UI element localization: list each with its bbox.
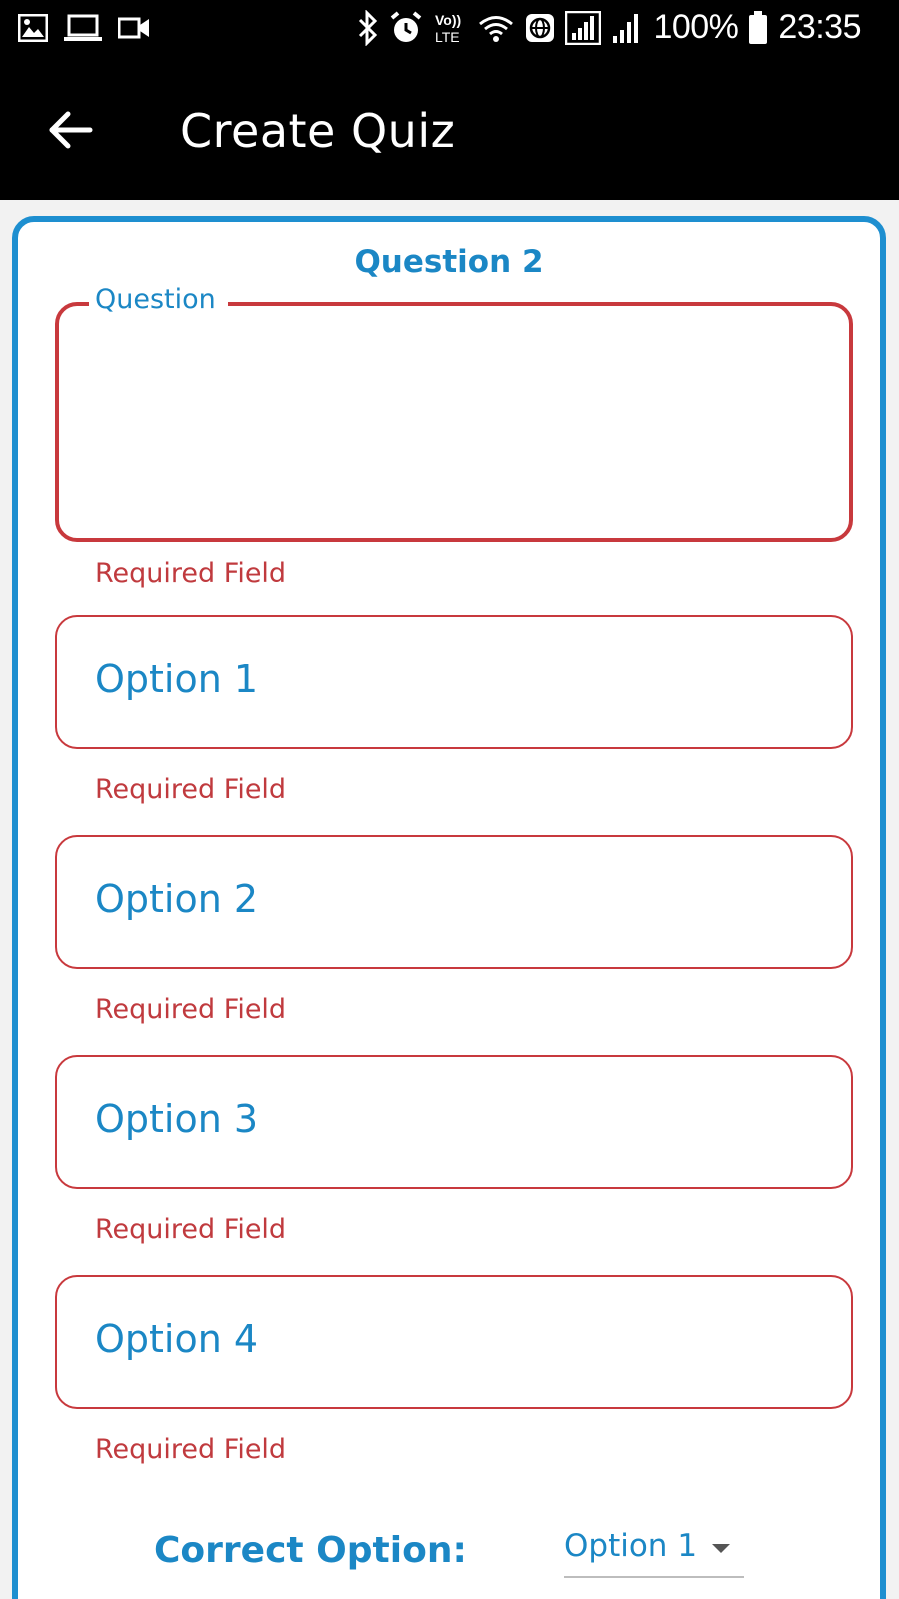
alarm-icon — [391, 10, 422, 42]
correct-option-label: Correct Option: — [154, 1530, 467, 1571]
page-title: Create Quiz — [180, 104, 456, 158]
bluetooth-icon — [359, 9, 378, 46]
laptop-icon — [64, 14, 102, 41]
option-3-input[interactable]: Option 3 — [55, 1055, 853, 1189]
signal-icon-2 — [613, 13, 639, 43]
option-4-input[interactable]: Option 4 — [55, 1275, 853, 1409]
option-4-error: Required Field — [95, 1434, 287, 1465]
question-input-label: Question — [89, 284, 228, 315]
status-bar-notifications — [18, 14, 150, 42]
clock: 23:35 — [778, 8, 861, 46]
svg-text:LTE: LTE — [435, 29, 460, 45]
app-bar: Create Quiz — [0, 62, 899, 200]
option-2-input[interactable]: Option 2 — [55, 835, 853, 969]
option-3-placeholder: Option 3 — [95, 1097, 259, 1141]
battery-icon — [749, 10, 768, 44]
status-bar-system: Vo)) LTE 100% 23:35 — [357, 8, 861, 47]
question-error: Required Field — [95, 558, 287, 589]
option-4-placeholder: Option 4 — [95, 1317, 259, 1361]
option-1-placeholder: Option 1 — [95, 657, 259, 701]
question-input[interactable]: Question — [55, 284, 853, 542]
option-2-error: Required Field — [95, 994, 287, 1025]
question-card: Question 2 Question Required Field Optio… — [12, 216, 886, 1599]
correct-option-dropdown[interactable]: Option 1 — [564, 1514, 744, 1578]
battery-percentage: 100% — [653, 8, 739, 46]
option-2-placeholder: Option 2 — [95, 877, 259, 921]
signal-icon — [565, 10, 602, 45]
svg-text:Vo)): Vo)) — [435, 12, 461, 28]
option-3-error: Required Field — [95, 1214, 287, 1245]
vpn-icon — [526, 13, 555, 42]
volte-icon: Vo)) LTE — [435, 12, 461, 45]
video-icon — [118, 17, 149, 39]
correct-option-value: Option 1 — [564, 1528, 698, 1564]
arrow-left-icon — [49, 111, 93, 149]
option-1-error: Required Field — [95, 774, 287, 805]
option-1-input[interactable]: Option 1 — [55, 615, 853, 749]
question-heading: Question 2 — [354, 244, 544, 280]
gallery-icon — [18, 14, 48, 42]
back-button[interactable] — [44, 102, 100, 158]
status-bar: Vo)) LTE 100% 23:35 — [0, 0, 899, 62]
caret-down-icon — [712, 1544, 730, 1553]
wifi-icon — [479, 15, 514, 42]
